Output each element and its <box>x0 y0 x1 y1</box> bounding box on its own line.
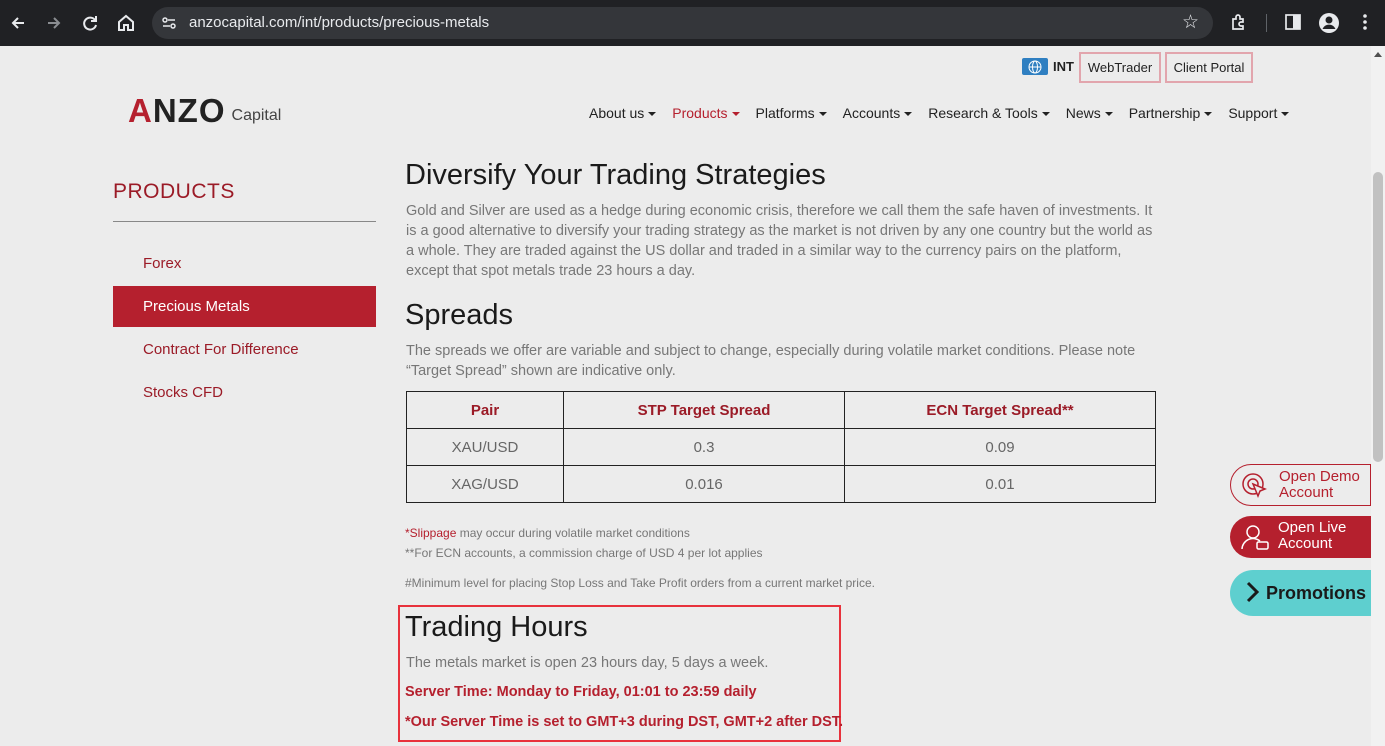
chevron-right-icon <box>1240 580 1264 604</box>
client-portal-button[interactable]: Client Portal <box>1165 52 1253 83</box>
forward-arrow-icon[interactable] <box>43 12 65 34</box>
slippage-link[interactable]: *Slippage <box>405 526 456 540</box>
minimum-level-note: #Minimum level for placing Stop Loss and… <box>405 576 875 590</box>
home-icon[interactable] <box>115 12 137 34</box>
user-account-icon <box>1240 523 1270 553</box>
caret-down-icon <box>1041 112 1050 117</box>
region-label[interactable]: INT <box>1053 59 1074 74</box>
spreads-table: Pair STP Target Spread ECN Target Spread… <box>406 391 1156 503</box>
globe-icon <box>1022 58 1048 75</box>
open-demo-account-button[interactable]: Open Demo Account <box>1230 464 1371 506</box>
nav-about-us[interactable]: About us <box>589 105 657 121</box>
header-pair: Pair <box>406 391 564 429</box>
trading-hours-heading: Trading Hours <box>405 611 588 643</box>
cursor-click-icon <box>1241 472 1271 502</box>
open-live-account-button[interactable]: Open Live Account <box>1230 516 1371 558</box>
cell-stp: 0.016 <box>563 465 845 503</box>
cell-stp: 0.3 <box>563 428 845 466</box>
caret-down-icon <box>1204 112 1213 117</box>
table-header-row: Pair STP Target Spread ECN Target Spread… <box>406 391 1156 429</box>
ecn-commission-note: **For ECN accounts, a commission charge … <box>405 546 763 560</box>
sidebar-title: PRODUCTS <box>113 180 235 203</box>
sidebar-item-cfd[interactable]: Contract For Difference <box>113 329 376 370</box>
caret-down-icon <box>648 112 657 117</box>
cell-ecn: 0.09 <box>844 428 1156 466</box>
cell-pair: XAG/USD <box>406 465 564 503</box>
nav-news[interactable]: News <box>1066 105 1113 121</box>
spreads-paragraph: The spreads we offer are variable and su… <box>406 343 1136 379</box>
open-demo-label: Open Demo Account <box>1279 468 1360 501</box>
trading-hours-paragraph: The metals market is open 23 hours day, … <box>406 655 769 671</box>
server-time-text: Server Time: Monday to Friday, 01:01 to … <box>405 684 757 700</box>
sidebar-item-forex[interactable]: Forex <box>113 243 376 284</box>
caret-down-icon <box>904 112 913 117</box>
anzo-logo[interactable]: ANZO Capital <box>128 92 282 129</box>
sidebar-item-stocks-cfd[interactable]: Stocks CFD <box>113 372 376 413</box>
cell-pair: XAU/USD <box>406 428 564 466</box>
header-ecn: ECN Target Spread** <box>844 391 1156 429</box>
nav-products[interactable]: Products <box>672 105 740 121</box>
side-panel-icon[interactable] <box>1283 12 1303 37</box>
profile-avatar-icon[interactable] <box>1318 12 1340 39</box>
nav-support[interactable]: Support <box>1228 105 1290 121</box>
scrollbar-thumb[interactable] <box>1373 172 1383 462</box>
table-row: XAG/USD 0.016 0.01 <box>406 465 1156 503</box>
reload-icon[interactable] <box>79 12 101 34</box>
spreads-heading: Spreads <box>405 299 514 331</box>
nav-research-tools[interactable]: Research & Tools <box>928 105 1050 121</box>
caret-down-icon <box>1281 112 1290 117</box>
toolbar-divider <box>1266 14 1267 32</box>
sidebar-divider <box>113 221 376 222</box>
caret-down-icon <box>818 112 827 117</box>
extensions-icon[interactable] <box>1229 12 1249 37</box>
header-stp: STP Target Spread <box>563 391 845 429</box>
logo-wordmark: ANZO <box>128 92 226 129</box>
back-arrow-icon[interactable] <box>7 12 29 34</box>
address-bar[interactable]: anzocapital.com/int/products/precious-me… <box>152 7 1213 39</box>
table-row: XAU/USD 0.3 0.09 <box>406 428 1156 466</box>
server-time-note: *Our Server Time is set to GMT+3 during … <box>405 714 844 730</box>
nav-platforms[interactable]: Platforms <box>756 105 827 121</box>
nav-accounts[interactable]: Accounts <box>843 105 913 121</box>
browser-toolbar: anzocapital.com/int/products/precious-me… <box>0 0 1385 46</box>
sidebar-item-precious-metals[interactable]: Precious Metals <box>113 286 376 327</box>
page-scrollbar[interactable] <box>1371 46 1385 746</box>
scroll-up-icon[interactable] <box>1374 52 1382 57</box>
web-page: INT WebTrader Client Portal ANZO Capital… <box>0 46 1371 746</box>
promotions-button[interactable]: Promotions <box>1230 570 1371 616</box>
logo-subtitle: Capital <box>231 107 282 124</box>
site-settings-icon[interactable] <box>161 15 177 31</box>
caret-down-icon <box>1104 112 1113 117</box>
bookmark-star-icon[interactable]: ☆ <box>1182 11 1199 34</box>
webtrader-button[interactable]: WebTrader <box>1079 52 1161 83</box>
browser-menu-icon[interactable] <box>1358 12 1372 37</box>
region-selector[interactable]: INT <box>1022 58 1074 75</box>
cell-ecn: 0.01 <box>844 465 1156 503</box>
nav-partnership[interactable]: Partnership <box>1129 105 1213 121</box>
slippage-note: *Slippage may occur during volatile mark… <box>405 526 690 540</box>
url-text[interactable]: anzocapital.com/int/products/precious-me… <box>189 14 489 31</box>
diversify-paragraph: Gold and Silver are used as a hedge duri… <box>406 203 1153 279</box>
promotions-label: Promotions <box>1266 583 1367 603</box>
diversify-heading: Diversify Your Trading Strategies <box>405 159 826 191</box>
caret-down-icon <box>731 112 740 117</box>
open-live-label: Open Live Account <box>1278 519 1347 552</box>
main-navigation: About us Products Platforms Accounts Res… <box>589 105 1305 121</box>
